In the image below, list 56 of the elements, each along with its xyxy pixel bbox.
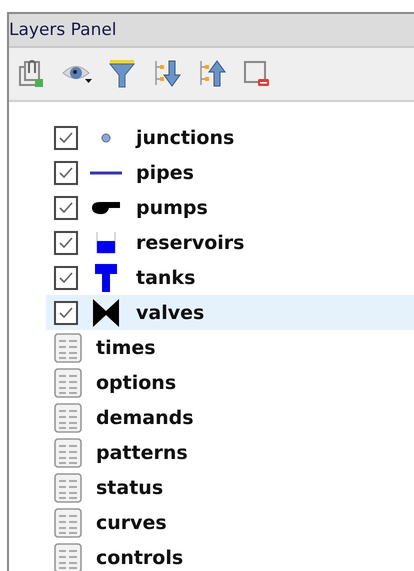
check-icon — [59, 236, 73, 248]
layer-checkbox[interactable] — [54, 160, 78, 184]
layer-name: pipes — [136, 162, 194, 184]
layer-checkbox[interactable] — [54, 300, 78, 324]
layer-checkbox[interactable] — [54, 126, 78, 150]
layer-item[interactable]: pipes — [46, 155, 414, 190]
point-icon — [101, 132, 111, 142]
table-layer-item[interactable]: options — [46, 365, 414, 400]
layer-name: options — [96, 372, 176, 394]
layer-name: patterns — [96, 442, 188, 464]
filter-icon — [109, 59, 135, 89]
check-icon — [59, 166, 73, 178]
layer-name: junctions — [136, 126, 234, 148]
table-icon — [54, 472, 82, 502]
panel-title: Layers Panel — [9, 20, 117, 40]
layer-checkbox[interactable] — [54, 266, 78, 290]
table-layer-item[interactable]: curves — [46, 505, 414, 540]
layer-name: valves — [136, 302, 204, 324]
remove-layer-icon — [243, 59, 271, 89]
table-icon — [54, 508, 82, 538]
layer-name: controls — [96, 546, 184, 568]
table-icon — [54, 438, 82, 468]
layer-name: status — [96, 476, 164, 498]
table-layer-item[interactable]: patterns — [46, 435, 414, 470]
layer-name: curves — [96, 512, 167, 534]
layer-item[interactable]: junctions — [46, 120, 414, 155]
layer-checkbox[interactable] — [54, 230, 78, 254]
check-icon — [59, 306, 73, 318]
check-icon — [59, 202, 73, 214]
layer-name: times — [96, 336, 156, 358]
layer-name: reservoirs — [136, 232, 244, 254]
valve-icon — [92, 298, 120, 328]
table-layer-item[interactable]: status — [46, 470, 414, 505]
table-layer-item[interactable]: demands — [46, 400, 414, 435]
pump-icon — [91, 200, 121, 216]
expand-all-icon — [153, 59, 181, 89]
table-icon — [54, 332, 82, 362]
layer-item[interactable]: valves — [46, 295, 414, 330]
layer-checkbox[interactable] — [54, 196, 78, 220]
table-icon — [54, 368, 82, 398]
layer-item[interactable]: tanks — [46, 260, 414, 295]
check-icon — [59, 132, 73, 144]
table-icon — [54, 402, 82, 432]
tank-icon — [93, 262, 119, 292]
layer-item[interactable]: pumps — [46, 190, 414, 225]
check-icon — [59, 272, 73, 284]
table-layer-item[interactable]: times — [46, 330, 414, 365]
table-layer-item[interactable]: controls — [46, 540, 414, 571]
layer-name: pumps — [136, 196, 208, 218]
collapse-all-icon — [198, 59, 226, 89]
add-group-icon — [18, 59, 46, 89]
layer-name: tanks — [136, 266, 196, 288]
layer-name: demands — [96, 406, 194, 428]
line-icon — [90, 170, 122, 174]
layer-item[interactable]: reservoirs — [46, 225, 414, 260]
table-icon — [54, 542, 82, 571]
